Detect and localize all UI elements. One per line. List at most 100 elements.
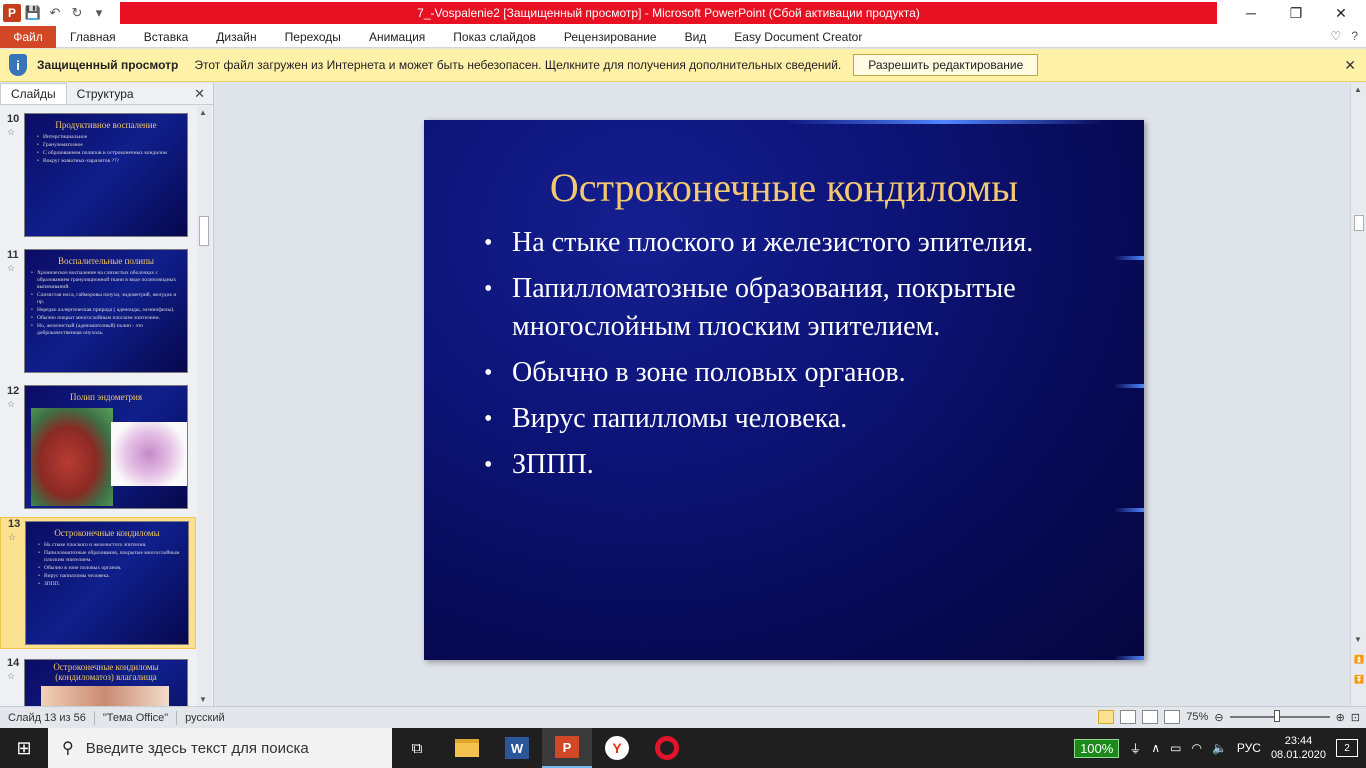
zoom-slider[interactable] (1229, 710, 1330, 722)
file-explorer-icon[interactable] (442, 728, 492, 768)
slide-thumbnail[interactable]: Продуктивное воспаление Интерстициальное… (24, 113, 188, 237)
current-slide[interactable]: Остроконечные кондиломы На стыке плоског… (424, 120, 1144, 660)
slide-thumbnail-item-selected[interactable]: 13 ☆ Остроконечные кондиломы На стыке пл… (0, 517, 196, 649)
animation-star-icon: ☆ (7, 263, 16, 273)
slide-number: 11 (7, 249, 19, 261)
powerpoint-app-icon[interactable]: P (3, 4, 21, 22)
tab-view[interactable]: Вид (671, 30, 721, 44)
theme-name: "Тема Office" (102, 711, 169, 724)
minimize-icon[interactable]: ─ (1228, 0, 1274, 26)
slide-title[interactable]: Остроконечные кондиломы (424, 164, 1144, 211)
yandex-browser-icon[interactable]: Y (592, 728, 642, 768)
slide-thumbnail-item[interactable]: 11 ☆ Воспалительные полипы Хроническое в… (0, 249, 196, 377)
opera-icon[interactable] (642, 728, 692, 768)
slide-bullet: На стыке плоского и железистого эпителия… (484, 224, 1084, 262)
customize-qat-icon[interactable]: ▾ (89, 3, 109, 23)
notifications-icon[interactable]: 2 (1336, 739, 1358, 757)
power-plug-icon[interactable]: ⏚ (1129, 740, 1141, 757)
histology-photo (111, 422, 187, 486)
slide-thumbnail-item[interactable]: 12 ☆ Полип эндометрия (0, 385, 196, 513)
slide-number: 12 (7, 385, 20, 397)
tab-transitions[interactable]: Переходы (271, 30, 355, 44)
scrollbar-thumb[interactable] (1354, 215, 1364, 231)
show-hidden-icons-icon[interactable]: ∧ (1151, 741, 1160, 755)
thumbnail-bullet: ЗППП. (38, 581, 182, 588)
tab-file[interactable]: Файл (0, 25, 56, 48)
reading-view-icon[interactable] (1142, 710, 1159, 724)
thumbnail-bullet: Хроническое воспаление на слизистых обол… (31, 270, 181, 291)
thumbnail-title: Остроконечные кондиломы (54, 528, 160, 538)
scrollbar-thumb[interactable] (199, 216, 209, 246)
tab-slides[interactable]: Слайды (0, 83, 67, 104)
slide-show-view-icon[interactable] (1164, 710, 1181, 724)
language-indicator[interactable]: русский (177, 712, 232, 724)
scroll-up-icon[interactable]: ▲ (1354, 85, 1362, 94)
windows-start-icon[interactable]: ⊞ (0, 728, 48, 768)
undo-icon[interactable]: ↶ (45, 3, 65, 23)
word-icon[interactable]: W (492, 728, 542, 768)
normal-view-icon[interactable] (1098, 710, 1115, 724)
battery-indicator[interactable]: 100% (1074, 738, 1120, 758)
thumbnail-bullet: Слизистая носа, гайморовы пазухи, эндоме… (31, 292, 181, 306)
fit-to-window-icon[interactable]: ⊡ (1351, 711, 1360, 724)
zoom-slider-knob[interactable] (1273, 710, 1280, 722)
slide-thumbnail[interactable]: Воспалительные полипы Хроническое воспал… (24, 249, 188, 373)
help-icon[interactable]: ? (1351, 29, 1358, 43)
zoom-level[interactable]: 75% (1186, 711, 1208, 723)
scroll-down-icon[interactable]: ▼ (199, 695, 207, 704)
slide-thumbnail-item[interactable]: 14 ☆ Остроконечные кондиломы (кондиломат… (0, 657, 196, 706)
tab-review[interactable]: Рецензирование (550, 30, 671, 44)
battery-icon[interactable]: ▭ (1170, 741, 1181, 755)
tab-insert[interactable]: Вставка (130, 30, 203, 44)
tab-home[interactable]: Главная (56, 30, 130, 44)
tab-slide-show[interactable]: Показ слайдов (439, 30, 550, 44)
animation-star-icon: ☆ (7, 399, 16, 409)
zoom-in-icon[interactable]: ⊕ (1336, 711, 1345, 724)
slide-bullet: Обычно в зоне половых органов. (484, 354, 1084, 392)
slide-thumbnail[interactable]: Остроконечные кондиломы (кондиломатоз) в… (24, 659, 188, 706)
slide-number: 10 (7, 113, 20, 125)
save-icon[interactable]: 💾 (23, 3, 43, 23)
slide-thumbnail[interactable]: Полип эндометрия (24, 385, 188, 509)
enable-editing-button[interactable]: Разрешить редактирование (853, 54, 1039, 76)
volume-icon[interactable]: 🔈 (1212, 741, 1227, 755)
wifi-icon[interactable]: ◠ (1191, 741, 1201, 755)
slide-thumbnail[interactable]: Остроконечные кондиломы На стыке плоског… (25, 521, 189, 645)
slide-counter: Слайд 13 из 56 (8, 711, 86, 724)
slide-thumbnail-item[interactable]: 10 ☆ Продуктивное воспаление Интерстициа… (0, 113, 196, 241)
title-bar: P 💾 ↶ ↻ ▾ 7_-Vospalenie2 [Защищенный про… (0, 0, 1366, 26)
ribbon-right-controls: ♡ ? (1331, 29, 1358, 43)
search-icon: ⚲ (62, 740, 74, 757)
protected-view-message[interactable]: Этот файл загружен из Интернета и может … (194, 58, 841, 72)
restore-icon[interactable]: ❐ (1273, 0, 1319, 26)
next-slide-icon[interactable]: ⏬ (1354, 675, 1364, 684)
thumbnail-title: Полип эндометрия (69, 392, 143, 402)
redo-icon[interactable]: ↻ (67, 3, 87, 23)
close-icon[interactable]: ✕ (1318, 0, 1364, 26)
close-panel-icon[interactable]: ✕ (194, 86, 205, 102)
close-icon[interactable]: ✕ (1344, 57, 1356, 74)
taskbar-search-box[interactable]: ⚲ Введите здесь текст для поиска (48, 728, 392, 768)
slide-sorter-view-icon[interactable] (1120, 710, 1137, 724)
tab-easy-document-creator[interactable]: Easy Document Creator (720, 30, 876, 44)
thumbnail-bullet: Обычно покрыт многослойным плоским эпите… (31, 315, 181, 322)
thumbnail-bullet: Обычно в зоне половых органов. (38, 565, 182, 572)
task-view-icon[interactable]: ⧉ (392, 728, 442, 768)
tab-design[interactable]: Дизайн (202, 30, 270, 44)
powerpoint-icon[interactable]: P (542, 728, 592, 768)
slide-body[interactable]: На стыке плоского и железистого эпителия… (484, 224, 1084, 492)
scroll-up-icon[interactable]: ▲ (199, 108, 207, 117)
minimize-ribbon-icon[interactable]: ♡ (1331, 29, 1342, 43)
slides-scrollbar[interactable]: ▲ ▼ (197, 106, 211, 706)
input-language[interactable]: РУС (1237, 741, 1261, 755)
zoom-out-icon[interactable]: ⊖ (1214, 711, 1223, 724)
thumbnail-title: Воспалительные полипы (58, 256, 154, 266)
slide-bullet: Папилломатозные образования, покрытые мн… (484, 270, 1084, 346)
clock-date: 08.01.2020 (1270, 749, 1326, 761)
tab-animations[interactable]: Анимация (355, 30, 439, 44)
scroll-down-icon[interactable]: ▼ (1354, 635, 1362, 644)
slide-scrollbar[interactable]: ▲ ▼ ⏫ ⏬ (1350, 83, 1366, 706)
previous-slide-icon[interactable]: ⏫ (1354, 655, 1364, 664)
clock[interactable]: 23:44 08.01.2020 (1271, 734, 1326, 762)
tab-outline[interactable]: Структура (67, 84, 144, 104)
